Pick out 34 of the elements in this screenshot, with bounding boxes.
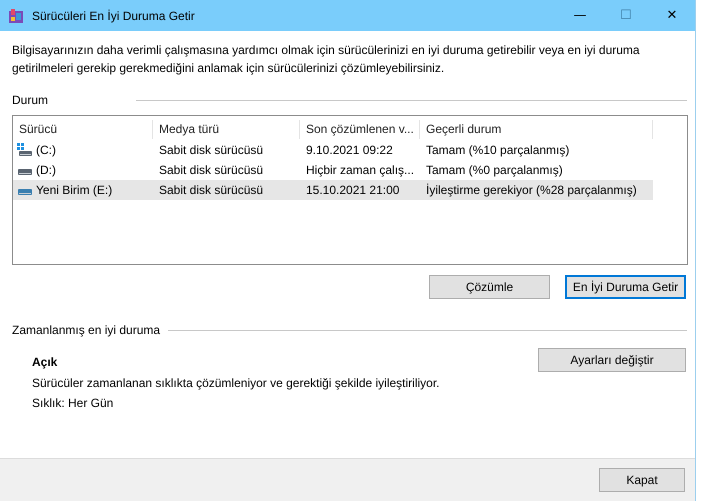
table-cell: Yeni Birim (E:): [36, 183, 112, 197]
table-cell: Tamam (%0 parçalanmış): [426, 163, 563, 177]
minimize-button[interactable]: —: [557, 0, 603, 31]
table-cell: 9.10.2021 09:22: [306, 143, 393, 157]
table-cell: Sabit disk sürücüsü: [159, 163, 264, 177]
analyze-button[interactable]: Çözümle: [429, 275, 550, 299]
frequency-text: Sıklık: Her Gün: [32, 395, 114, 412]
drive-row[interactable]: (D:) Sabit disk sürücüsü Hiçbir zaman çalış... Tamam (%0 parçalanmış): [13, 160, 653, 180]
section-title: Durum: [12, 93, 48, 107]
system-drive-icon: [17, 143, 33, 157]
description-text: Bilgisayarınızın daha verimli çalışmasına yardımcı olmak için sürücülerinizi en iyi duruma getirebilir veya en iyi duruma getirilmeleri gerekip gerekmediğini anlamak için sürücülerinizi çözümleyebilirsiniz.: [12, 42, 641, 77]
column-header[interactable]: Son çözümlenen v...: [300, 120, 420, 139]
table-cell: Tamam (%10 parçalanmış): [426, 143, 570, 157]
drive-row[interactable]: (C:) Sabit disk sürücüsü 9.10.2021 09:22 Tamam (%10 parçalanmış): [13, 140, 653, 160]
section-title: Zamanlanmış en iyi duruma: [12, 323, 160, 337]
close-button[interactable]: ✕: [649, 0, 695, 31]
table-cell: İyileştirme gerekiyor (%28 parçalanmış): [426, 183, 637, 197]
column-header[interactable]: Sürücü: [13, 120, 153, 139]
table-cell: Hiçbir zaman çalış...: [306, 163, 414, 177]
change-settings-button[interactable]: Ayarları değiştir: [538, 348, 686, 372]
table-cell: (C:): [36, 143, 56, 157]
drive-row[interactable]: Yeni Birim (E:) Sabit disk sürücüsü 15.10.2021 21:00 İyileştirme gerekiyor (%28 parçalanmış): [13, 180, 653, 200]
table-cell: Sabit disk sürücüsü: [159, 143, 264, 157]
schedule-description: Sürücüler zamanlanan sıklıkta çözümleniyor ve gerektiği şekilde iyileştiriliyor.: [32, 375, 440, 392]
app-icon: [8, 8, 24, 24]
window-title: Sürücüleri En İyi Duruma Getir: [32, 8, 196, 22]
column-header[interactable]: Geçerli durum: [420, 120, 653, 139]
column-header[interactable]: Medya türü: [153, 120, 300, 139]
optimize-button[interactable]: En İyi Duruma Getir: [565, 275, 686, 299]
table-cell: Sabit disk sürücüsü: [159, 183, 264, 197]
schedule-state: Açık: [32, 355, 58, 371]
table-cell: 15.10.2021 21:00: [306, 183, 400, 197]
table-cell: (D:): [36, 163, 56, 177]
close-dialog-button[interactable]: Kapat: [599, 468, 685, 492]
